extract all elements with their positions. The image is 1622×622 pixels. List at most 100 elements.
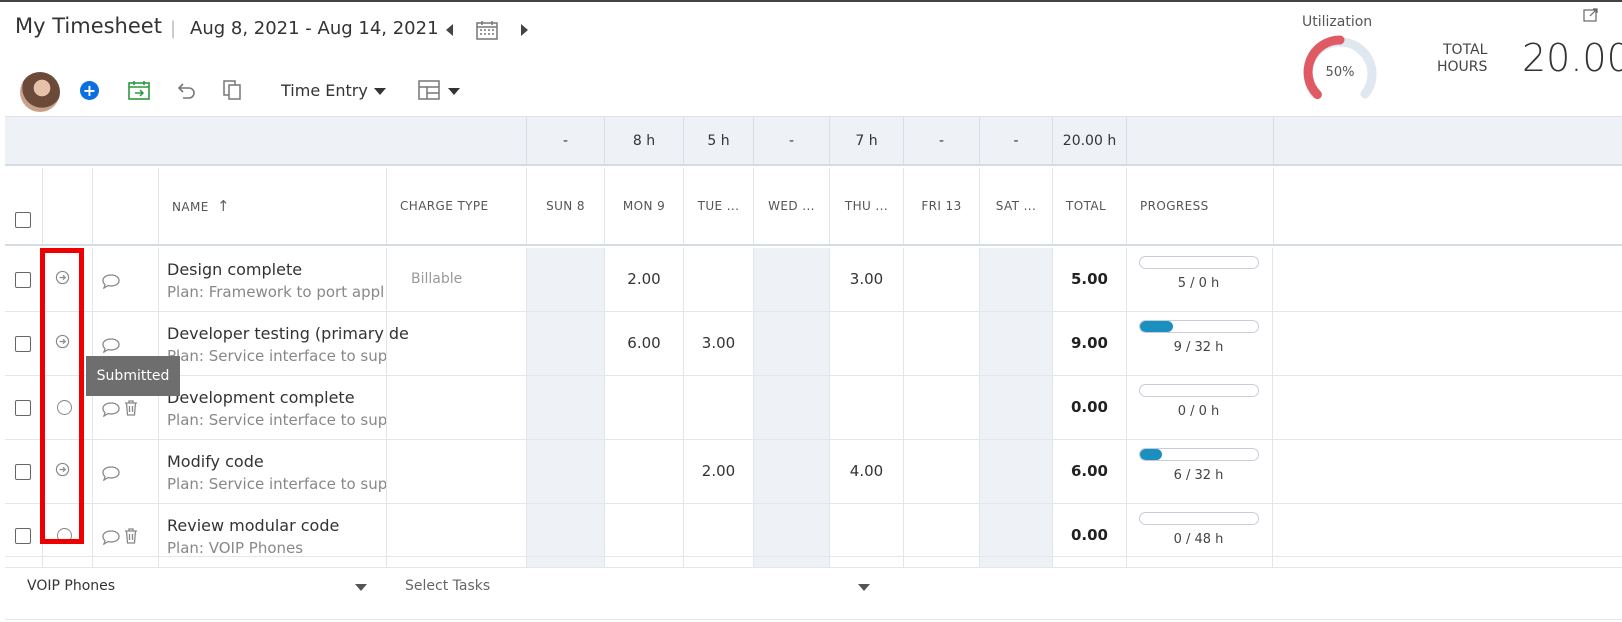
summary-sun: - (526, 117, 604, 165)
date-range: Aug 8, 2021 - Aug 14, 2021 (190, 18, 439, 39)
chevron-down-icon[interactable] (374, 88, 386, 95)
hours-cell-sat[interactable] (979, 248, 1052, 311)
comment-icon[interactable] (101, 337, 121, 353)
hours-cell-thu[interactable] (829, 376, 903, 439)
status-column-highlight (40, 248, 84, 544)
progress-label: 9 / 32 h (1173, 340, 1224, 355)
hours-cell-fri[interactable] (903, 440, 979, 503)
chevron-down-icon[interactable] (858, 584, 870, 591)
comment-icon[interactable] (101, 273, 121, 289)
charge-type-cell[interactable]: Billable (386, 248, 526, 311)
hours-cell-wed[interactable] (753, 312, 829, 375)
hours-cell-fri[interactable] (903, 376, 979, 439)
copy-icon[interactable] (222, 80, 242, 104)
hours-cell-mon[interactable]: 6.00 (604, 312, 683, 375)
hours-cell-sat[interactable] (979, 312, 1052, 375)
column-mon[interactable]: MON 9 (604, 168, 683, 244)
hours-cell-fri[interactable] (903, 312, 979, 375)
progress-cell: 0 / 0 h (1126, 376, 1273, 439)
select-all-checkbox[interactable] (15, 212, 31, 228)
progress-fill (1140, 449, 1163, 460)
comment-icon[interactable] (101, 465, 121, 481)
row-checkbox[interactable] (15, 272, 31, 288)
hours-cell-fri[interactable] (903, 248, 979, 311)
chevron-down-icon[interactable] (355, 584, 367, 591)
row-total: 6.00 (1052, 440, 1126, 503)
time-entry-dropdown[interactable]: Time Entry (281, 81, 368, 100)
hours-cell-sat[interactable] (979, 376, 1052, 439)
next-week-icon[interactable] (521, 24, 528, 36)
hours-cell-tue[interactable] (683, 248, 753, 311)
summary-row: - 8 h 5 h - 7 h - - 20.00 h (5, 116, 1622, 166)
hours-cell-wed[interactable] (753, 376, 829, 439)
delete-icon[interactable] (123, 399, 139, 417)
column-charge-type[interactable]: CHARGE TYPE (386, 168, 526, 244)
column-tue[interactable]: TUE ... (683, 168, 753, 244)
progress-label: 0 / 48 h (1173, 532, 1224, 547)
previous-week-icon[interactable] (446, 24, 453, 36)
summary-sat: - (979, 117, 1052, 165)
task-plan: Plan: Service interface to sup| (167, 411, 387, 429)
comment-icon[interactable] (101, 529, 121, 545)
table-row[interactable]: Developer testing (primary de Plan: Serv… (5, 312, 1622, 376)
task-select[interactable]: Select Tasks (405, 578, 490, 594)
hours-cell-mon[interactable] (604, 440, 683, 503)
column-sun[interactable]: SUN 8 (526, 168, 604, 244)
hours-cell-thu[interactable]: 3.00 (829, 248, 903, 311)
table-row[interactable]: Design complete Plan: Framework to port … (5, 248, 1622, 312)
calendar-icon[interactable] (476, 20, 498, 44)
project-select[interactable]: VOIP Phones (27, 578, 115, 594)
layout-grid-icon[interactable] (418, 80, 440, 104)
table-row[interactable]: Development complete Plan: Service inter… (5, 376, 1622, 440)
task-name[interactable]: Design complete (167, 260, 302, 279)
column-wed[interactable]: WED ... (753, 168, 829, 244)
hours-cell-sun[interactable] (526, 440, 604, 503)
hours-cell-wed[interactable] (753, 440, 829, 503)
expand-icon[interactable] (1583, 7, 1599, 26)
undo-icon[interactable] (175, 80, 197, 104)
hours-cell-sat[interactable] (979, 440, 1052, 503)
chevron-down-icon[interactable] (448, 88, 460, 95)
task-plan: Plan: Service interface to sup| (167, 347, 387, 365)
page-title: My Timesheet (15, 14, 162, 38)
hours-cell-thu[interactable] (829, 312, 903, 375)
hours-cell-mon[interactable] (604, 376, 683, 439)
column-thu[interactable]: THU ... (829, 168, 903, 244)
task-name[interactable]: Development complete (167, 388, 355, 407)
column-progress[interactable]: PROGRESS (1126, 168, 1273, 244)
column-total[interactable]: TOTAL (1052, 168, 1126, 244)
utilization-gauge-svg: 50% (1303, 35, 1377, 100)
sort-ascending-icon[interactable]: ↑ (217, 197, 230, 215)
task-name[interactable]: Developer testing (primary de (167, 324, 409, 343)
comment-icon[interactable] (101, 401, 121, 417)
row-checkbox[interactable] (15, 528, 31, 544)
column-name[interactable]: NAME ↑ (158, 168, 386, 244)
table-row[interactable]: Modify code Plan: Service interface to s… (5, 440, 1622, 504)
column-fri[interactable]: FRI 13 (903, 168, 979, 244)
hours-cell-tue[interactable]: 3.00 (683, 312, 753, 375)
hours-cell-tue[interactable]: 2.00 (683, 440, 753, 503)
add-icon[interactable]: + (80, 81, 99, 100)
row-checkbox[interactable] (15, 464, 31, 480)
hours-cell-thu[interactable]: 4.00 (829, 440, 903, 503)
hours-cell-wed[interactable] (753, 248, 829, 311)
delete-icon[interactable] (123, 527, 139, 545)
avatar[interactable] (20, 72, 60, 112)
hours-cell-sun[interactable] (526, 312, 604, 375)
task-name[interactable]: Review modular code (167, 516, 339, 535)
calendar-copy-icon[interactable] (128, 80, 150, 104)
charge-type-cell[interactable] (386, 376, 526, 439)
progress-bar (1139, 384, 1259, 397)
progress-fill (1140, 321, 1174, 332)
hours-cell-sun[interactable] (526, 248, 604, 311)
row-checkbox[interactable] (15, 336, 31, 352)
charge-type-cell[interactable] (386, 440, 526, 503)
hours-cell-tue[interactable] (683, 376, 753, 439)
hours-cell-sun[interactable] (526, 376, 604, 439)
hours-cell-mon[interactable]: 2.00 (604, 248, 683, 311)
charge-type-cell[interactable] (386, 312, 526, 375)
task-name[interactable]: Modify code (167, 452, 264, 471)
column-sat[interactable]: SAT ... (979, 168, 1052, 244)
row-checkbox[interactable] (15, 400, 31, 416)
task-plan: Plan: Framework to port appl (167, 283, 385, 301)
